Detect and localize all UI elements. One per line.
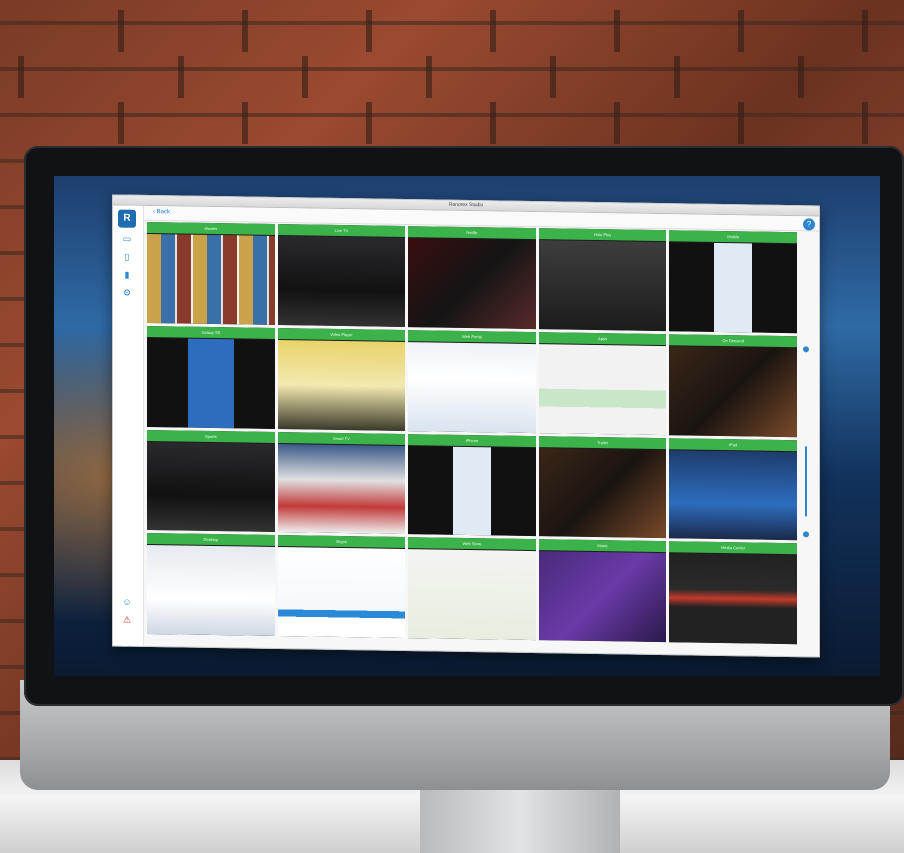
tile[interactable]: Skype	[277, 535, 406, 639]
tile-label: Web Store	[462, 541, 482, 547]
monitor-stand	[420, 780, 620, 853]
monitor-icon[interactable]: ▭	[122, 234, 132, 244]
tile-label: On Demand	[722, 337, 744, 344]
tile-screenshot	[147, 233, 275, 325]
tile-label: Netflix	[466, 230, 478, 236]
tile-label: Video Player	[330, 331, 353, 337]
tile-screenshot	[408, 549, 536, 641]
app-window: Ranorex Studio ‹ Back ? R ▭ ▯ ▮ ⚙ ☺ ⚠ Mo…	[112, 194, 820, 658]
tile-label: Apps	[598, 335, 608, 341]
tile-label: iPad	[729, 441, 738, 447]
tile-label: Galaxy S5	[201, 329, 221, 335]
tile-label: Mobile	[727, 234, 740, 240]
tile-screenshot	[669, 449, 797, 541]
tile-screenshot	[277, 236, 406, 327]
tile-label: Skype	[335, 539, 347, 545]
tile-screenshot	[538, 447, 667, 539]
tile-screenshot	[277, 339, 406, 431]
tile-screenshot	[538, 343, 667, 435]
tile-label: Music	[597, 543, 608, 549]
tile-label: Desktop	[203, 537, 219, 543]
tile[interactable]: Music	[538, 539, 667, 643]
tile-screenshot	[147, 441, 275, 533]
app-logo: R	[118, 209, 136, 228]
tile[interactable]: Trailer	[538, 435, 667, 539]
back-button[interactable]: ‹ Back	[153, 208, 189, 218]
tile[interactable]: Live TV	[277, 224, 406, 327]
tile-label: Trailer	[597, 439, 609, 445]
tile-screenshot	[277, 443, 406, 535]
scroll-thumb[interactable]	[805, 446, 807, 517]
tile-label: Live TV	[334, 227, 349, 234]
tile[interactable]: Apps	[538, 331, 667, 435]
tile[interactable]: Sports	[147, 429, 275, 533]
brick-row	[0, 10, 904, 52]
tile[interactable]: Mobile	[669, 230, 797, 333]
tile-screenshot	[408, 445, 536, 537]
tile[interactable]: Hulu Plus	[538, 228, 667, 331]
tile-label: Web Portal	[462, 333, 482, 339]
tile[interactable]: Smart TV	[277, 431, 406, 535]
gear-icon[interactable]: ⚙	[122, 288, 132, 298]
tablet-icon[interactable]: ▯	[122, 252, 132, 262]
scroll-dot[interactable]	[803, 346, 809, 353]
tile-screenshot	[538, 551, 667, 643]
tile[interactable]: On Demand	[669, 333, 797, 437]
tile[interactable]: iPad	[669, 437, 797, 541]
tile-screenshot	[408, 238, 536, 329]
tile-screenshot	[538, 240, 667, 331]
screenshot-grid: Movies Live TV Netflix Hulu Plus Mobile …	[147, 221, 797, 645]
tile[interactable]: Netflix	[408, 226, 536, 329]
tile-screenshot	[669, 242, 797, 333]
tile[interactable]: Web Store	[408, 537, 536, 641]
brick-row	[0, 56, 904, 98]
tile-screenshot	[147, 545, 275, 636]
scrollbar[interactable]	[803, 346, 809, 546]
tile[interactable]: Movies	[147, 221, 275, 325]
tile-label: Media Center	[721, 545, 746, 551]
person-icon[interactable]: ☺	[121, 596, 133, 608]
tile[interactable]: Galaxy S5	[147, 325, 275, 429]
tile-label: Movies	[204, 225, 218, 232]
tile[interactable]: Web Portal	[408, 329, 536, 433]
window-title: Ranorex Studio	[448, 201, 484, 209]
tile[interactable]: iPhone	[408, 433, 536, 537]
tile-label: Smart TV	[332, 435, 350, 441]
tile[interactable]: Desktop	[147, 533, 275, 636]
tile-label: Hulu Plus	[594, 232, 612, 238]
scroll-dot[interactable]	[803, 531, 809, 538]
tile-screenshot	[669, 553, 797, 645]
help-icon[interactable]: ?	[803, 218, 815, 231]
tile[interactable]: Video Player	[277, 327, 406, 431]
page-subtitle	[413, 213, 553, 223]
tile-label: Sports	[205, 433, 217, 439]
warning-icon[interactable]: ⚠	[121, 614, 133, 626]
brick-row	[0, 102, 904, 144]
phone-icon[interactable]: ▮	[122, 270, 132, 280]
tile-screenshot	[277, 547, 406, 639]
tile-screenshot	[669, 345, 797, 437]
tile[interactable]: Media Center	[669, 541, 797, 645]
tile-screenshot	[408, 341, 536, 433]
tile-screenshot	[147, 337, 275, 429]
sidebar: R ▭ ▯ ▮ ⚙ ☺ ⚠	[113, 205, 144, 646]
tile-label: iPhone	[465, 437, 479, 443]
back-button-label: Back	[156, 209, 171, 216]
